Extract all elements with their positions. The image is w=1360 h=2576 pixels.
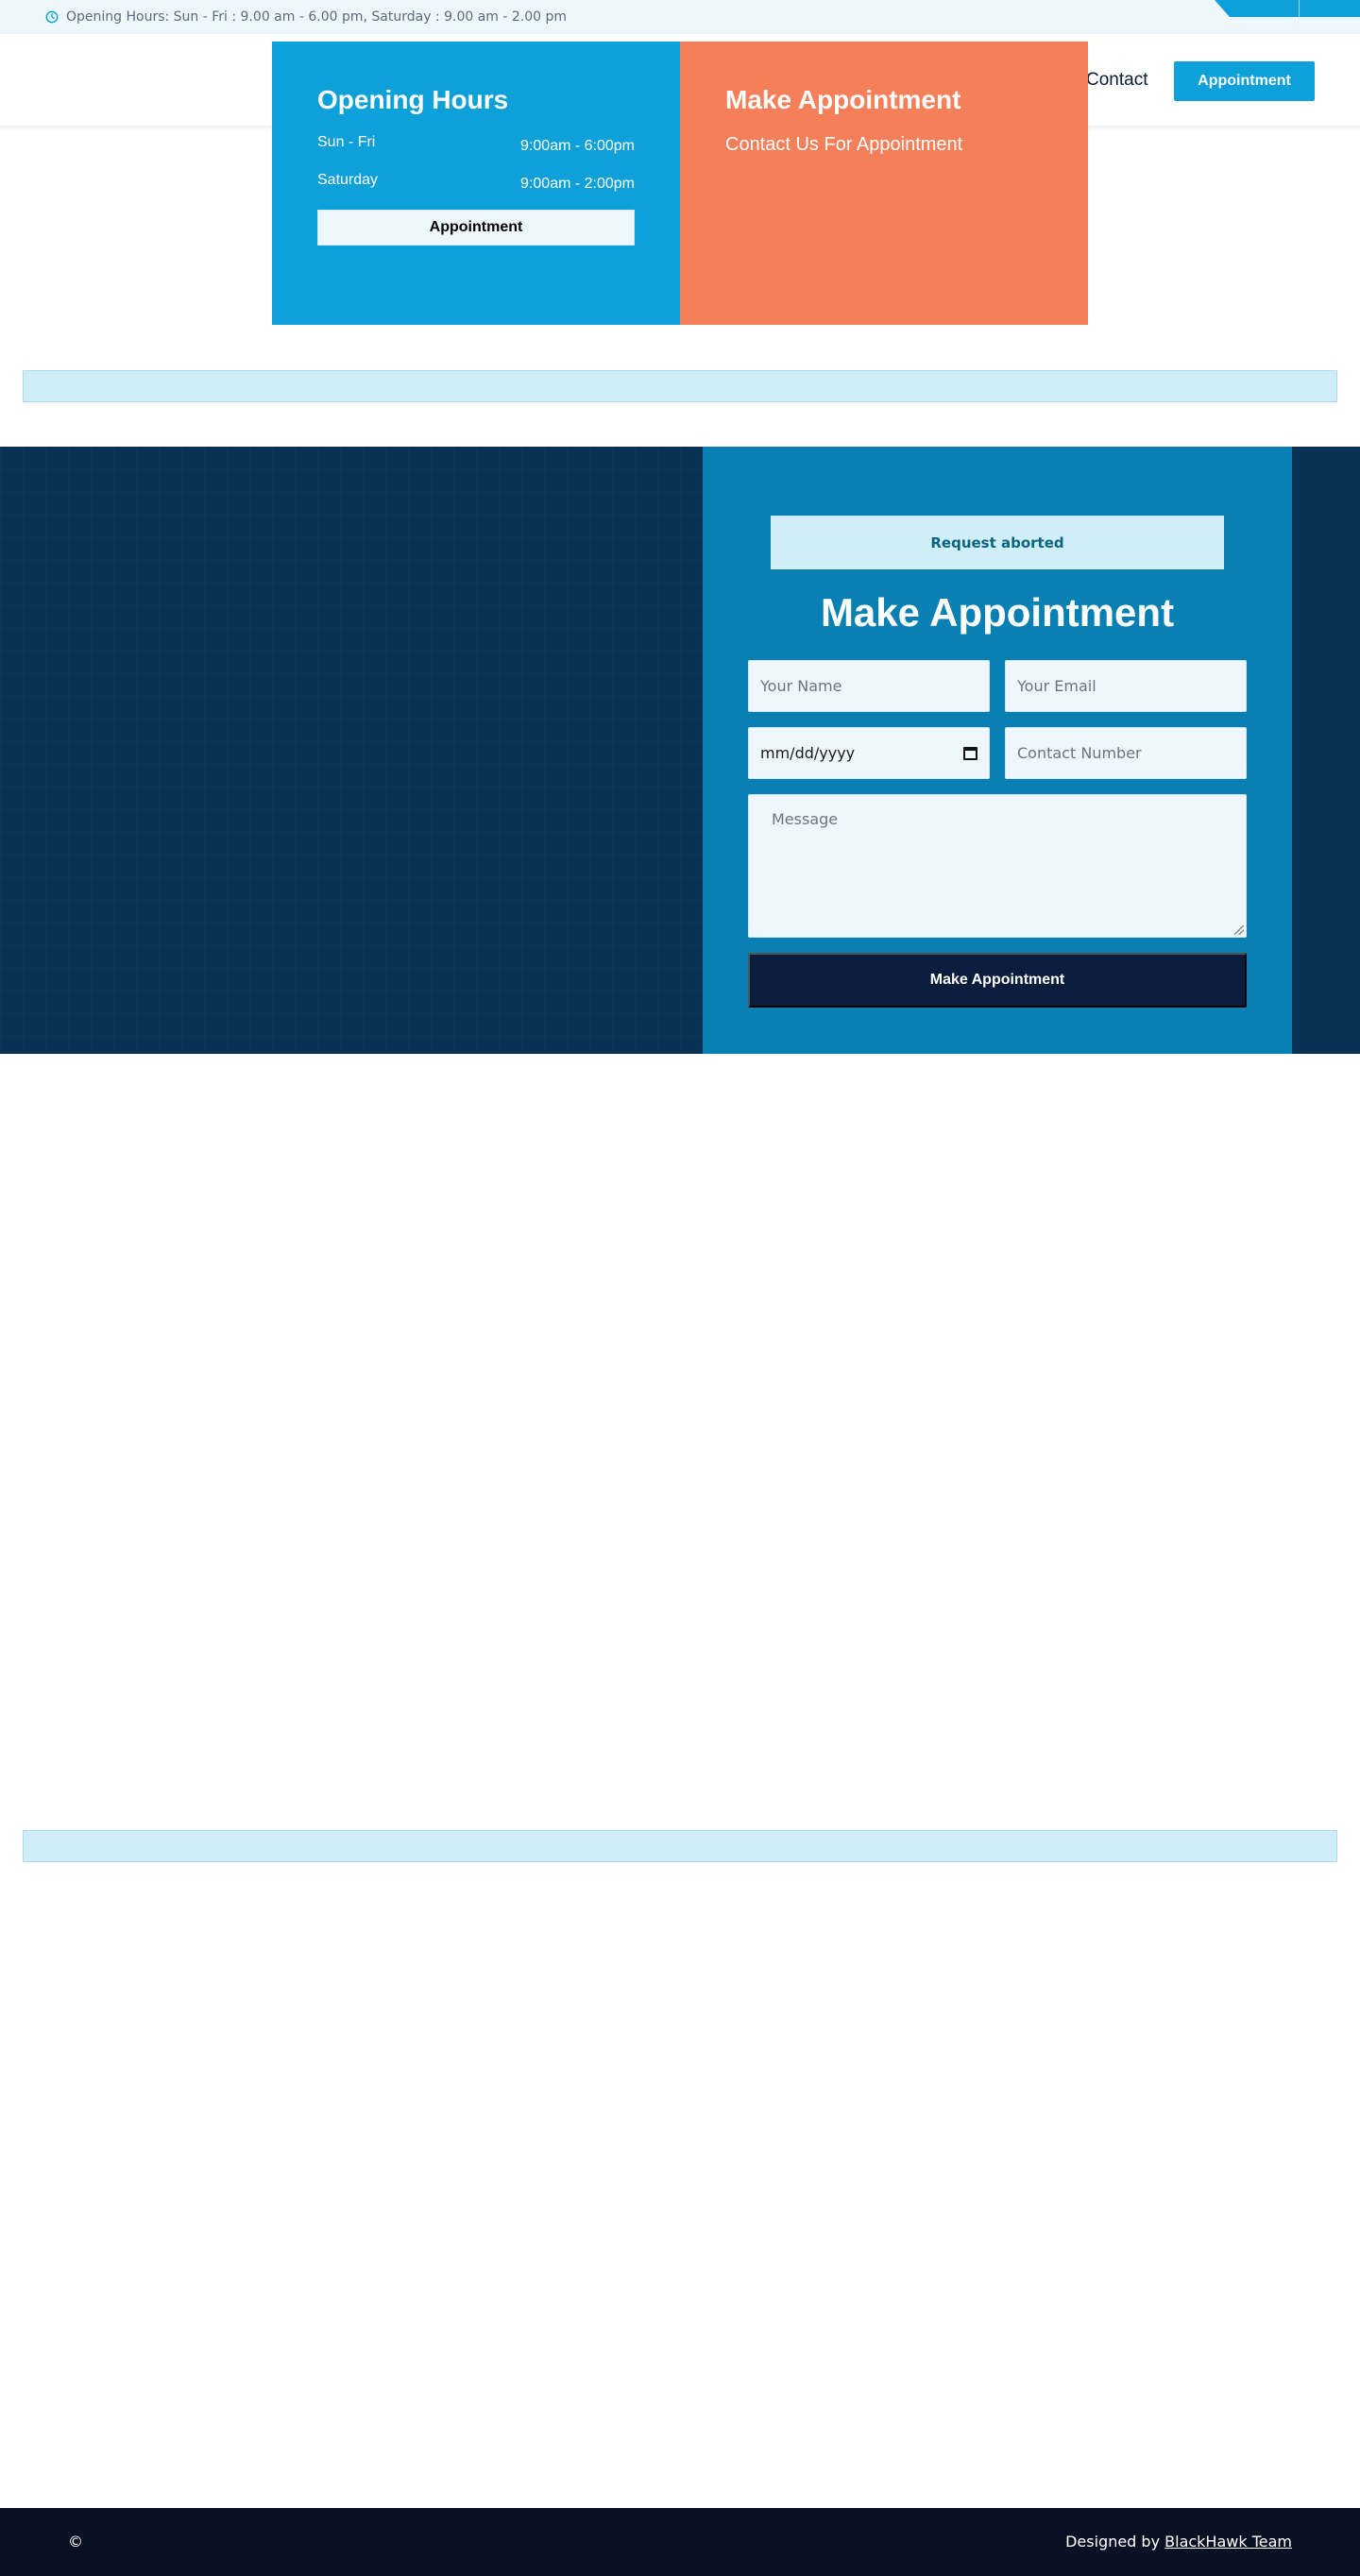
top-bar: Opening Hours: Sun - Fri : 9.00 am - 6.0… bbox=[0, 0, 1360, 34]
footer-credit: Designed by BlackHawk Team bbox=[1065, 2533, 1292, 2551]
appointment-form: Request aborted Make Appointment Your Na… bbox=[703, 447, 1292, 1054]
request-aborted-alert: Request aborted bbox=[771, 516, 1224, 569]
hours-day: Saturday bbox=[317, 172, 379, 188]
appointment-form-title: Make Appointment bbox=[820, 590, 1175, 635]
make-appointment-card: Make Appointment Contact Us For Appointm… bbox=[680, 42, 1088, 325]
name-input[interactable]: Your Name bbox=[748, 660, 990, 712]
make-appointment-submit-button[interactable]: Make Appointment bbox=[748, 953, 1247, 1008]
hours-time: 9:00am - 2:00pm bbox=[520, 176, 635, 192]
appointment-background bbox=[0, 447, 703, 1054]
copyright-text: © bbox=[68, 2533, 83, 2551]
date-placeholder: mm/dd/yyyy bbox=[760, 744, 856, 762]
date-input[interactable]: mm/dd/yyyy bbox=[748, 727, 990, 779]
hours-time: 9:00am - 6:00pm bbox=[520, 138, 635, 154]
opening-hours-text: Opening Hours: Sun - Fri : 9.00 am - 6.0… bbox=[66, 9, 568, 25]
hours-day: Sun - Fri bbox=[317, 134, 376, 150]
appointment-section: Request aborted Make Appointment Your Na… bbox=[0, 447, 1360, 1054]
alert-strip bbox=[23, 1830, 1337, 1862]
contact-number-input[interactable]: Contact Number bbox=[1005, 727, 1247, 779]
opening-hours-title: Opening Hours bbox=[317, 85, 509, 114]
calendar-icon[interactable] bbox=[963, 746, 978, 760]
header-appointment-button[interactable]: Appointment bbox=[1174, 61, 1315, 101]
opening-hours-card: Opening Hours Sun - Fri 9:00am - 6:00pm … bbox=[272, 42, 680, 325]
make-appointment-card-title: Make Appointment bbox=[725, 85, 961, 114]
designer-link[interactable]: BlackHawk Team bbox=[1164, 2533, 1292, 2551]
social-links-divider bbox=[1299, 0, 1300, 17]
make-appointment-card-subtitle: Contact Us For Appointment bbox=[725, 134, 963, 155]
message-textarea[interactable]: Message bbox=[748, 794, 1247, 938]
resize-handle[interactable] bbox=[1234, 925, 1244, 935]
clock-icon bbox=[45, 10, 59, 24]
designed-by-label: Designed by bbox=[1065, 2533, 1161, 2551]
site-footer: © Designed by BlackHawk Team bbox=[0, 2508, 1360, 2576]
message-placeholder: Message bbox=[772, 810, 839, 828]
social-links-bar[interactable] bbox=[1215, 0, 1360, 17]
hours-appointment-button[interactable]: Appointment bbox=[317, 210, 635, 246]
nav-contact-link[interactable]: Contact bbox=[1086, 70, 1148, 91]
alert-strip bbox=[23, 370, 1337, 402]
email-input[interactable]: Your Email bbox=[1005, 660, 1247, 712]
